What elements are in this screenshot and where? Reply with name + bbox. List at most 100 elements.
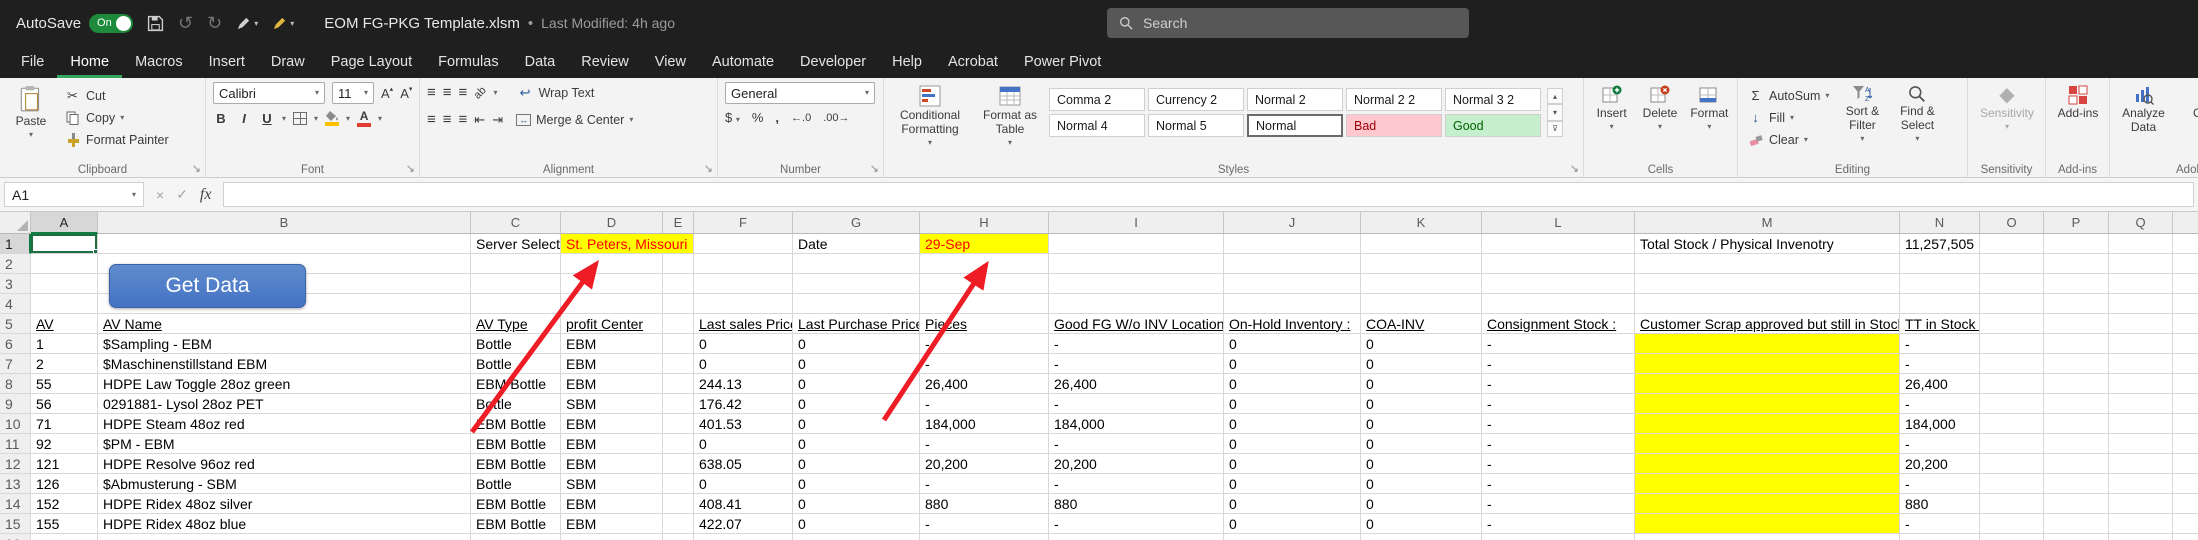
decrease-font-button[interactable]: A▾ <box>400 86 412 101</box>
cell-H15[interactable]: - <box>920 514 1049 534</box>
autosave-switch[interactable]: On <box>89 14 133 33</box>
cell-N16[interactable] <box>1900 534 1980 540</box>
cell-R8[interactable] <box>2173 374 2198 394</box>
cell-A5[interactable]: AV <box>31 314 98 334</box>
cell-O13[interactable] <box>1980 474 2044 494</box>
cell-L12[interactable]: - <box>1482 454 1635 474</box>
col-header-M[interactable]: M <box>1635 212 1900 234</box>
cell-G8[interactable]: 0 <box>793 374 920 394</box>
selected-cell-A1[interactable] <box>31 234 98 254</box>
cell-O1[interactable] <box>1980 234 2044 254</box>
cell-O16[interactable] <box>1980 534 2044 540</box>
gallery-more-icon[interactable]: ⊽ <box>1547 121 1563 137</box>
row-header-12[interactable]: 12 <box>0 454 31 474</box>
cell-B11[interactable]: $PM - EBM <box>98 434 471 454</box>
menu-tab-review[interactable]: Review <box>568 46 642 78</box>
cell-M3[interactable] <box>1635 274 1900 294</box>
cell-R13[interactable] <box>2173 474 2198 494</box>
cell-C15[interactable]: EBM Bottle <box>471 514 561 534</box>
cell-K1[interactable] <box>1361 234 1482 254</box>
cell-D6[interactable]: EBM <box>561 334 663 354</box>
align-middle-icon[interactable]: ≡ <box>443 85 452 100</box>
cell-A8[interactable]: 55 <box>31 374 98 394</box>
menu-tab-file[interactable]: File <box>8 46 57 78</box>
analyze-data-button[interactable]: Analyze Data <box>2115 82 2172 138</box>
cell-I6[interactable]: - <box>1049 334 1224 354</box>
row-header-8[interactable]: 8 <box>0 374 31 394</box>
cell-H9[interactable]: - <box>920 394 1049 414</box>
cell-C12[interactable]: EBM Bottle <box>471 454 561 474</box>
cell-P16[interactable] <box>2044 534 2109 540</box>
cell-D11[interactable]: EBM <box>561 434 663 454</box>
cell-A15[interactable]: 155 <box>31 514 98 534</box>
cell-B16[interactable] <box>98 534 471 540</box>
cell-E5[interactable] <box>663 314 694 334</box>
sensitivity-button[interactable]: ◆ Sensitivity ▾ <box>1976 82 2038 134</box>
orientation-icon[interactable]: ab <box>472 84 489 101</box>
cell-O4[interactable] <box>1980 294 2044 314</box>
align-left-icon[interactable]: ≡ <box>427 112 436 127</box>
col-header-L[interactable]: L <box>1482 212 1635 234</box>
cell-J2[interactable] <box>1224 254 1361 274</box>
cell-I16[interactable] <box>1049 534 1224 540</box>
wrap-text-button[interactable]: ↩Wrap Text <box>513 82 599 103</box>
highlighter-button[interactable]: ▾ <box>272 16 294 31</box>
cell-F7[interactable]: 0 <box>694 354 793 374</box>
cell-H12[interactable]: 20,200 <box>920 454 1049 474</box>
cell-Q10[interactable] <box>2109 414 2173 434</box>
cell-L9[interactable]: - <box>1482 394 1635 414</box>
cell-Q6[interactable] <box>2109 334 2173 354</box>
cell-J16[interactable] <box>1224 534 1361 540</box>
cell-C11[interactable]: EBM Bottle <box>471 434 561 454</box>
cell-A3[interactable] <box>31 274 98 294</box>
delete-cells-button[interactable]: Delete ▾ <box>1637 82 1682 134</box>
cell-L4[interactable] <box>1482 294 1635 314</box>
addins-button[interactable]: Add-ins <box>2054 82 2103 124</box>
cell-E15[interactable] <box>663 514 694 534</box>
format-painter-button[interactable]: Format Painter <box>60 129 173 150</box>
cell-R16[interactable] <box>2173 534 2198 540</box>
cell-A14[interactable]: 152 <box>31 494 98 514</box>
row-header-10[interactable]: 10 <box>0 414 31 434</box>
style-normal-3-2[interactable]: Normal 3 2 <box>1445 88 1541 111</box>
cell-L2[interactable] <box>1482 254 1635 274</box>
styles-dialog-launcher[interactable]: ↘ <box>1570 162 1579 175</box>
cell-D8[interactable]: EBM <box>561 374 663 394</box>
cell-Q14[interactable] <box>2109 494 2173 514</box>
cell-D3[interactable] <box>561 274 663 294</box>
cell-R4[interactable] <box>2173 294 2198 314</box>
row-header-5[interactable]: 5 <box>0 314 31 334</box>
cell-E10[interactable] <box>663 414 694 434</box>
align-top-icon[interactable]: ≡ <box>427 85 436 100</box>
number-format-combo[interactable]: General▾ <box>725 82 875 104</box>
cell-P13[interactable] <box>2044 474 2109 494</box>
cell-E11[interactable] <box>663 434 694 454</box>
cell-N11[interactable]: - <box>1900 434 1980 454</box>
number-dialog-launcher[interactable]: ↘ <box>870 162 879 175</box>
cell-H4[interactable] <box>920 294 1049 314</box>
cell-H7[interactable]: - <box>920 354 1049 374</box>
cell-D15[interactable]: EBM <box>561 514 663 534</box>
cell-N1[interactable]: 11,257,505 <box>1900 234 1980 254</box>
cell-I11[interactable]: - <box>1049 434 1224 454</box>
copy-button[interactable]: Copy▾ <box>60 107 173 128</box>
search-box[interactable]: Search <box>1107 8 1469 38</box>
find-select-button[interactable]: Find & Select ▾ <box>1891 82 1943 146</box>
cell-F12[interactable]: 638.05 <box>694 454 793 474</box>
cell-A6[interactable]: 1 <box>31 334 98 354</box>
cell-J1[interactable] <box>1224 234 1361 254</box>
cell-E9[interactable] <box>663 394 694 414</box>
col-header-D[interactable]: D <box>561 212 663 234</box>
insert-function-icon[interactable]: fx <box>200 186 212 204</box>
menu-tab-automate[interactable]: Automate <box>699 46 787 78</box>
cell-I3[interactable] <box>1049 274 1224 294</box>
cell-B7[interactable]: $Maschinenstillstand EBM <box>98 354 471 374</box>
cell-N14[interactable]: 880 <box>1900 494 1980 514</box>
cell-F4[interactable] <box>694 294 793 314</box>
cell-O8[interactable] <box>1980 374 2044 394</box>
conditional-formatting-button[interactable]: Conditional Formatting ▾ <box>889 82 971 150</box>
cell-H11[interactable]: - <box>920 434 1049 454</box>
cell-E4[interactable] <box>663 294 694 314</box>
cell-N4[interactable] <box>1900 294 1980 314</box>
row-header-13[interactable]: 13 <box>0 474 31 494</box>
